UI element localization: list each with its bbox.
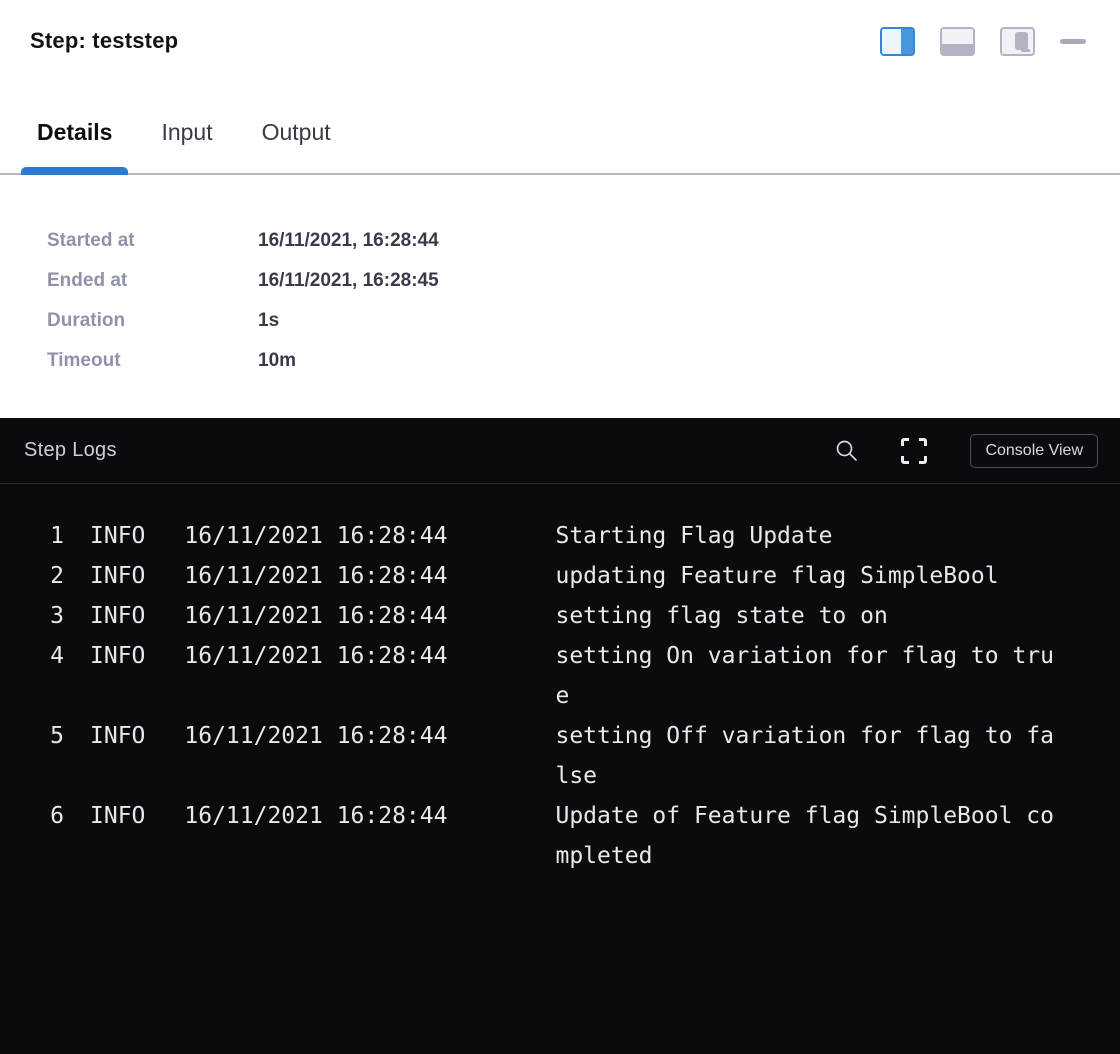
log-timestamp: 16/11/2021 16:28:44 [184,716,447,756]
log-line-number: 4 [24,636,64,676]
details-section: Started at 16/11/2021, 16:28:44 Ended at… [0,175,1120,418]
log-line-number: 2 [24,556,64,596]
step-logs-body: 1 INFO 16/11/2021 16:28:44 Starting Flag… [0,484,1120,1054]
split-vertical-view-icon[interactable] [880,27,915,56]
split-vertical-right-pane [901,29,913,54]
log-level: INFO [90,716,145,756]
log-level: INFO [90,636,145,676]
layout-controls [880,27,1086,56]
log-message: setting flag state to on [555,596,1055,636]
tab-output[interactable]: Output [246,118,347,173]
step-logs-header: Step Logs Console View [0,418,1120,484]
log-line-number: 5 [24,716,64,756]
log-entry: 4 INFO 16/11/2021 16:28:44 setting On va… [24,636,1096,716]
log-timestamp: 16/11/2021 16:28:44 [184,556,447,596]
split-vertical-left-pane [882,29,901,54]
detail-row: Timeout 10m [47,341,1120,381]
step-header: Step: teststep [0,0,1120,58]
minimize-icon[interactable] [1060,39,1086,44]
search-icon[interactable] [835,439,858,462]
detail-row: Ended at 16/11/2021, 16:28:45 [47,261,1120,301]
floating-window-shape [1015,32,1028,50]
log-timestamp: 16/11/2021 16:28:44 [184,636,447,676]
log-line-number: 1 [24,516,64,556]
tab-details[interactable]: Details [21,118,128,173]
step-logs-actions: Console View [835,434,1098,468]
step-logs-panel: Step Logs Console View [0,418,1120,1054]
log-message: updating Feature flag SimpleBool [555,556,1055,596]
log-entry: 2 INFO 16/11/2021 16:28:44 updating Feat… [24,556,1096,596]
detail-row: Started at 16/11/2021, 16:28:44 [47,221,1120,261]
floating-view-icon[interactable] [1000,27,1035,56]
floating-dash-shape [1021,49,1030,52]
tabs-bar: Details Input Output [0,118,1120,175]
expand-icon-glyph [900,437,928,465]
log-level: INFO [90,516,145,556]
log-entry: 5 INFO 16/11/2021 16:28:44 setting Off v… [24,716,1096,796]
search-icon-glyph [835,439,858,462]
log-line-number: 3 [24,596,64,636]
detail-value: 1s [258,301,279,341]
log-timestamp: 16/11/2021 16:28:44 [184,516,447,556]
log-timestamp: 16/11/2021 16:28:44 [184,596,447,636]
tab-input[interactable]: Input [145,118,228,173]
detail-row: Duration 1s [47,301,1120,341]
detail-label: Ended at [47,261,258,301]
detail-label: Started at [47,221,258,261]
log-timestamp: 16/11/2021 16:28:44 [184,796,447,836]
log-entry: 1 INFO 16/11/2021 16:28:44 Starting Flag… [24,516,1096,556]
step-logs-title: Step Logs [24,439,117,462]
page-title: Step: teststep [30,28,178,54]
log-entry: 3 INFO 16/11/2021 16:28:44 setting flag … [24,596,1096,636]
log-level: INFO [90,596,145,636]
console-view-button[interactable]: Console View [970,434,1098,468]
detail-value: 16/11/2021, 16:28:45 [258,261,439,301]
split-horizontal-view-icon[interactable] [940,27,975,56]
log-message: setting On variation for flag to true [555,636,1055,716]
detail-label: Timeout [47,341,258,381]
detail-label: Duration [47,301,258,341]
detail-value: 10m [258,341,296,381]
log-message: Starting Flag Update [555,516,1055,556]
split-horizontal-bottom-pane [942,44,973,54]
log-entry: 6 INFO 16/11/2021 16:28:44 Update of Fea… [24,796,1096,876]
expand-fullscreen-icon[interactable] [900,437,928,465]
log-level: INFO [90,556,145,596]
log-message: setting Off variation for flag to false [555,716,1055,796]
log-level: INFO [90,796,145,836]
detail-value: 16/11/2021, 16:28:44 [258,221,439,261]
log-message: Update of Feature flag SimpleBool comple… [555,796,1055,876]
split-horizontal-top-pane [942,29,973,44]
log-line-number: 6 [24,796,64,836]
